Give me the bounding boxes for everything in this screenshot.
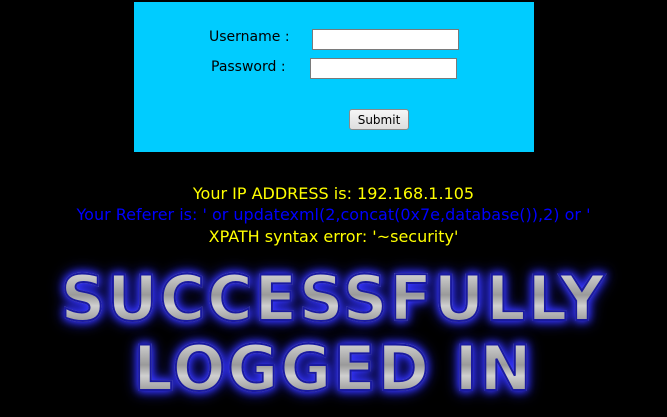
password-input[interactable] bbox=[310, 58, 457, 79]
success-banner-line1: SUCCESSFULLY bbox=[0, 261, 667, 336]
username-input[interactable] bbox=[312, 29, 459, 50]
submit-button[interactable]: Submit bbox=[349, 109, 409, 130]
ip-address-text: Your IP ADDRESS is: 192.168.1.105 bbox=[192, 184, 475, 203]
referer-text: Your Referer is: ' or updatexml(2,concat… bbox=[76, 205, 591, 224]
login-form: Username : Password : Submit bbox=[134, 2, 534, 152]
password-label: Password : bbox=[211, 59, 286, 75]
success-banner-line2: LOGGED IN bbox=[0, 331, 667, 406]
page: Username : Password : Submit Your IP ADD… bbox=[0, 0, 667, 417]
xpath-error-text: XPATH syntax error: '~security' bbox=[208, 227, 459, 246]
username-label: Username : bbox=[209, 29, 290, 45]
